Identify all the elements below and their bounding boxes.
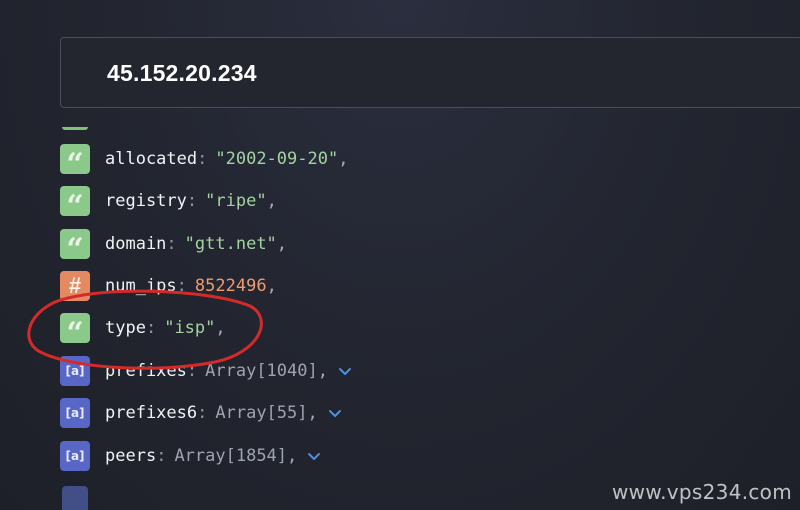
- field-row-peers[interactable]: [a] peers : Array[1854] ,: [60, 440, 321, 472]
- watermark-text: www.vps234.com: [612, 480, 792, 504]
- colon: :: [197, 403, 208, 423]
- comma: ,: [287, 446, 298, 466]
- field-row-registry: “ registry : "ripe" ,: [60, 185, 287, 222]
- field-row-allocated: “ allocated : "2002-09-20" ,: [60, 143, 358, 180]
- search-box[interactable]: 45.152.20.234: [60, 37, 800, 108]
- field-key: prefixes: [105, 361, 187, 381]
- field-value: Array[55]: [215, 403, 308, 423]
- colon: :: [156, 446, 167, 466]
- array-icon: [a]: [60, 441, 90, 471]
- field-key: peers: [105, 446, 157, 466]
- quote-icon: “: [60, 313, 90, 349]
- comma: ,: [215, 318, 226, 338]
- field-row-type: “ type : "isp" ,: [60, 312, 236, 349]
- quote-icon: “: [60, 144, 90, 180]
- field-value: Array[1040]: [205, 361, 318, 381]
- field-value: "2002-09-20": [215, 149, 339, 169]
- field-value: 8522496: [194, 276, 267, 296]
- colon: :: [186, 361, 198, 381]
- field-value: "isp": [164, 318, 216, 338]
- chevron-down-icon[interactable]: [338, 366, 352, 376]
- array-icon: [a]: [60, 356, 90, 386]
- colon: :: [166, 234, 177, 254]
- field-key: prefixes6: [105, 403, 198, 423]
- field-value: "ripe": [205, 191, 267, 211]
- ip-address-value: 45.152.20.234: [107, 60, 257, 86]
- comma: ,: [338, 149, 349, 169]
- colon: :: [186, 191, 198, 211]
- hash-icon: #: [60, 271, 90, 301]
- quote-icon: “: [60, 186, 90, 222]
- field-key: num_ips: [105, 276, 177, 296]
- field-key: allocated: [105, 149, 198, 169]
- comma: ,: [307, 403, 318, 423]
- next-array-badge-edge: [62, 486, 88, 510]
- field-value: "gtt.net": [184, 234, 277, 254]
- array-icon: [a]: [60, 398, 90, 428]
- field-row-domain: “ domain : "gtt.net" ,: [60, 228, 297, 265]
- chevron-down-icon[interactable]: [328, 408, 342, 418]
- field-key: type: [105, 318, 146, 338]
- field-key: registry: [105, 191, 187, 211]
- comma: ,: [266, 191, 277, 211]
- chevron-down-icon[interactable]: [307, 451, 321, 461]
- comma: ,: [317, 361, 328, 381]
- colon: :: [176, 276, 187, 296]
- field-row-prefixes6[interactable]: [a] prefixes6 : Array[55] ,: [60, 397, 342, 429]
- colon: :: [145, 318, 157, 338]
- field-row-prefixes[interactable]: [a] prefixes : Array[1040] ,: [60, 355, 352, 387]
- field-value: Array[1854]: [174, 446, 288, 466]
- field-row-num-ips: # num_ips : 8522496 ,: [60, 270, 287, 302]
- field-key: domain: [105, 234, 167, 254]
- comma: ,: [276, 234, 288, 254]
- quote-icon: “: [60, 229, 90, 265]
- comma: ,: [266, 276, 277, 296]
- previous-string-badge-edge: [62, 127, 88, 130]
- colon: :: [197, 149, 208, 169]
